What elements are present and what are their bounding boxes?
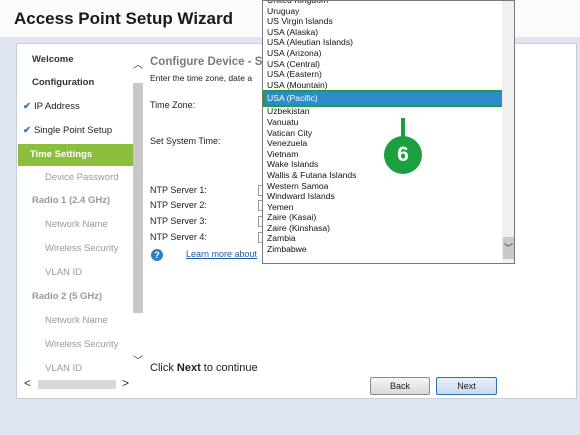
time-zone-label: Time Zone: <box>150 100 196 110</box>
nav-item-radio-1[interactable]: Radio 1 (2.4 GHz) <box>18 190 134 212</box>
time-zone-dropdown-list[interactable]: United Kingdom Uruguay US Virgin Islands US… <box>262 0 515 264</box>
nav-label: Device Password <box>45 172 119 183</box>
nav-label: Radio 2 (5 GHz) <box>32 291 103 302</box>
footer-band <box>0 400 580 435</box>
nav-item-wireless-security-2[interactable]: Wireless Security <box>18 334 134 356</box>
nav-item-radio-2[interactable]: Radio 2 (5 GHz) <box>18 286 134 308</box>
time-zone-options: United Kingdom Uruguay US Virgin Islands US… <box>263 1 505 255</box>
step-callout-badge: 6 <box>384 136 422 174</box>
page-heading: Configure Device - S <box>150 56 263 68</box>
time-zone-option[interactable]: Western Samoa <box>267 181 503 192</box>
time-zone-option[interactable]: USA (Eastern) <box>267 69 503 80</box>
chevron-down-icon[interactable]: ﹀ <box>133 352 143 367</box>
time-zone-option[interactable]: Uruguay <box>267 6 503 17</box>
continue-instruction: Click Next to continue <box>150 362 258 374</box>
time-zone-option[interactable]: USA (Central) <box>267 59 503 70</box>
scroll-track[interactable] <box>38 380 116 389</box>
ntp-server-1-label: NTP Server 1: <box>150 185 207 195</box>
time-zone-option[interactable]: Vanuatu <box>267 117 503 128</box>
nav-item-network-name-1[interactable]: Network Name <box>18 214 134 236</box>
nav-label: Wireless Security <box>45 339 119 350</box>
next-button[interactable]: Next <box>436 377 497 395</box>
nav-item-vlan-id-2[interactable]: VLAN ID <box>18 358 134 380</box>
scroll-thumb[interactable] <box>133 83 143 313</box>
nav-item-device-password[interactable]: Device Password <box>18 167 134 189</box>
time-zone-option[interactable]: USA (Mountain) <box>267 80 503 91</box>
help-icon[interactable]: ? <box>151 249 163 261</box>
nav-item-welcome[interactable]: Welcome <box>18 49 134 71</box>
chevron-left-icon[interactable]: < <box>24 376 31 390</box>
page-instructions: Enter the time zone, date a <box>150 73 253 83</box>
chevron-down-icon[interactable]: ﹀ <box>504 241 513 254</box>
time-zone-option[interactable]: Zambia <box>267 233 503 244</box>
nav-label: VLAN ID <box>45 267 82 278</box>
time-zone-option[interactable]: Windward Islands <box>267 191 503 202</box>
nav-label: VLAN ID <box>45 363 82 374</box>
nav-item-configuration[interactable]: Configuration <box>18 72 134 94</box>
nav-label: Configuration <box>32 77 95 88</box>
set-system-time-label: Set System Time: <box>150 136 221 146</box>
nav-item-wireless-security-1[interactable]: Wireless Security <box>18 238 134 260</box>
nav-label: Network Name <box>45 315 108 326</box>
time-zone-option[interactable]: Zimbabwe <box>267 244 503 255</box>
callout-connector <box>401 118 405 138</box>
time-zone-option[interactable]: Zaire (Kinshasa) <box>267 223 503 234</box>
continue-prefix: Click <box>150 362 177 374</box>
chevron-up-icon[interactable]: ︿ <box>133 56 143 71</box>
ntp-server-4-label: NTP Server 4: <box>150 232 207 242</box>
nav-horizontal-scrollbar[interactable]: < > <box>24 376 134 390</box>
time-zone-option[interactable]: Vatican City <box>267 128 503 139</box>
checkmark-icon: ✔ <box>23 125 31 136</box>
time-zone-option[interactable]: Uzbekistan <box>267 106 503 117</box>
nav-label: Single Point Setup <box>33 125 113 136</box>
checkmark-icon: ✔ <box>23 101 31 112</box>
time-zone-option[interactable]: USA (Arizona) <box>267 48 503 59</box>
nav-label: Wireless Security <box>45 243 119 254</box>
time-zone-option[interactable]: US Virgin Islands <box>267 16 503 27</box>
nav-item-ip-address[interactable]: ✔ IP Address <box>18 96 134 118</box>
back-button[interactable]: Back <box>370 377 430 395</box>
chevron-right-icon[interactable]: > <box>122 376 129 390</box>
time-zone-option[interactable]: Yemen <box>267 202 503 213</box>
nav-label: Time Settings <box>30 149 93 160</box>
ntp-server-3-label: NTP Server 3: <box>150 216 207 226</box>
learn-more-link[interactable]: Learn more about <box>186 249 257 259</box>
continue-bold: Next <box>176 362 201 374</box>
nav-label: Network Name <box>45 219 108 230</box>
dropdown-scrollbar[interactable]: ﹀ <box>502 1 514 263</box>
wizard-nav: Welcome Configuration ✔ IP Address ✔ Singl… <box>18 45 146 395</box>
nav-item-network-name-2[interactable]: Network Name <box>18 310 134 332</box>
time-zone-option-selected[interactable]: USA (Pacific) <box>263 90 505 108</box>
nav-label: Welcome <box>32 54 74 65</box>
window-title: Access Point Setup Wizard <box>14 9 234 28</box>
continue-suffix: to continue <box>200 362 258 374</box>
nav-vertical-scrollbar[interactable]: ︿ ﹀ <box>132 60 144 370</box>
time-zone-option[interactable]: Zaire (Kasai) <box>267 212 503 223</box>
nav-item-time-settings[interactable]: Time Settings <box>18 144 134 166</box>
ntp-server-2-label: NTP Server 2: <box>150 200 207 210</box>
nav-item-single-point-setup[interactable]: ✔ Single Point Setup <box>18 120 134 142</box>
time-zone-option[interactable]: Wallis & Futana Islands <box>267 170 503 181</box>
nav-item-vlan-id-1[interactable]: VLAN ID <box>18 262 134 284</box>
nav-label: Radio 1 (2.4 GHz) <box>32 195 111 206</box>
nav-label: IP Address <box>33 101 80 112</box>
time-zone-option[interactable]: USA (Alaska) <box>267 27 503 38</box>
time-zone-option[interactable]: USA (Aleutian Islands) <box>267 37 503 48</box>
